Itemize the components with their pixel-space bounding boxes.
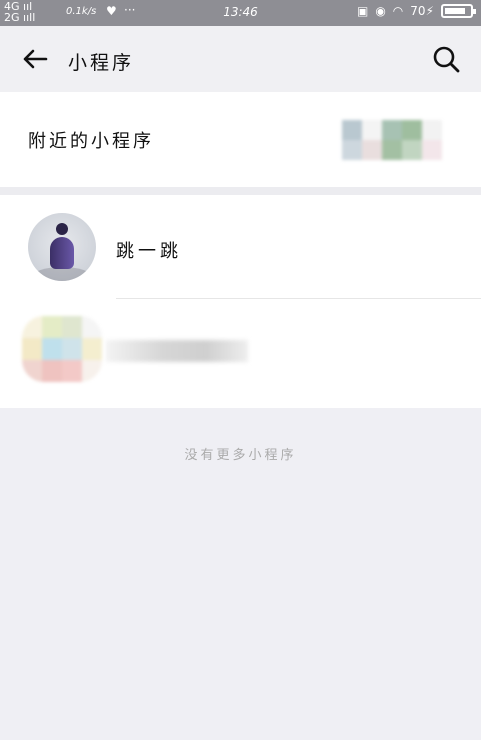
battery-percent: 70⚡ bbox=[410, 4, 434, 18]
back-arrow-icon[interactable] bbox=[20, 44, 50, 74]
search-icon[interactable] bbox=[431, 44, 461, 74]
mini-program-list: 跳一跳 bbox=[0, 195, 481, 408]
blurred-avatar bbox=[22, 316, 102, 382]
list-divider bbox=[116, 298, 481, 299]
wifi-icon: ◠ bbox=[392, 4, 404, 18]
jump-game-avatar bbox=[28, 213, 96, 281]
no-more-text: 没有更多小程序 bbox=[184, 448, 297, 463]
blurred-name-text bbox=[106, 340, 248, 362]
nearby-mini-programs-row[interactable]: 附近的小程序 bbox=[0, 92, 481, 187]
battery-icon bbox=[441, 4, 476, 18]
nav-bar: 小程序 bbox=[0, 26, 481, 92]
status-bar: 4G ııl 2G ııll 0.1k/s ♥ ··· 13:46 ▣ ◉ ◠ … bbox=[0, 0, 481, 26]
section-divider bbox=[0, 187, 481, 195]
alarm-icon: ◉ bbox=[375, 4, 386, 18]
save-icon: ▣ bbox=[356, 4, 369, 18]
nearby-label: 附近的小程序 bbox=[28, 131, 154, 152]
status-icons: ▣ ◉ ◠ 70⚡ bbox=[356, 4, 476, 18]
page-title: 小程序 bbox=[68, 52, 135, 74]
list-item-jump[interactable]: 跳一跳 bbox=[0, 195, 481, 301]
nearby-thumbnails-blurred bbox=[342, 120, 442, 160]
list-item-label: 跳一跳 bbox=[116, 241, 182, 262]
list-item-blurred[interactable] bbox=[0, 302, 481, 408]
